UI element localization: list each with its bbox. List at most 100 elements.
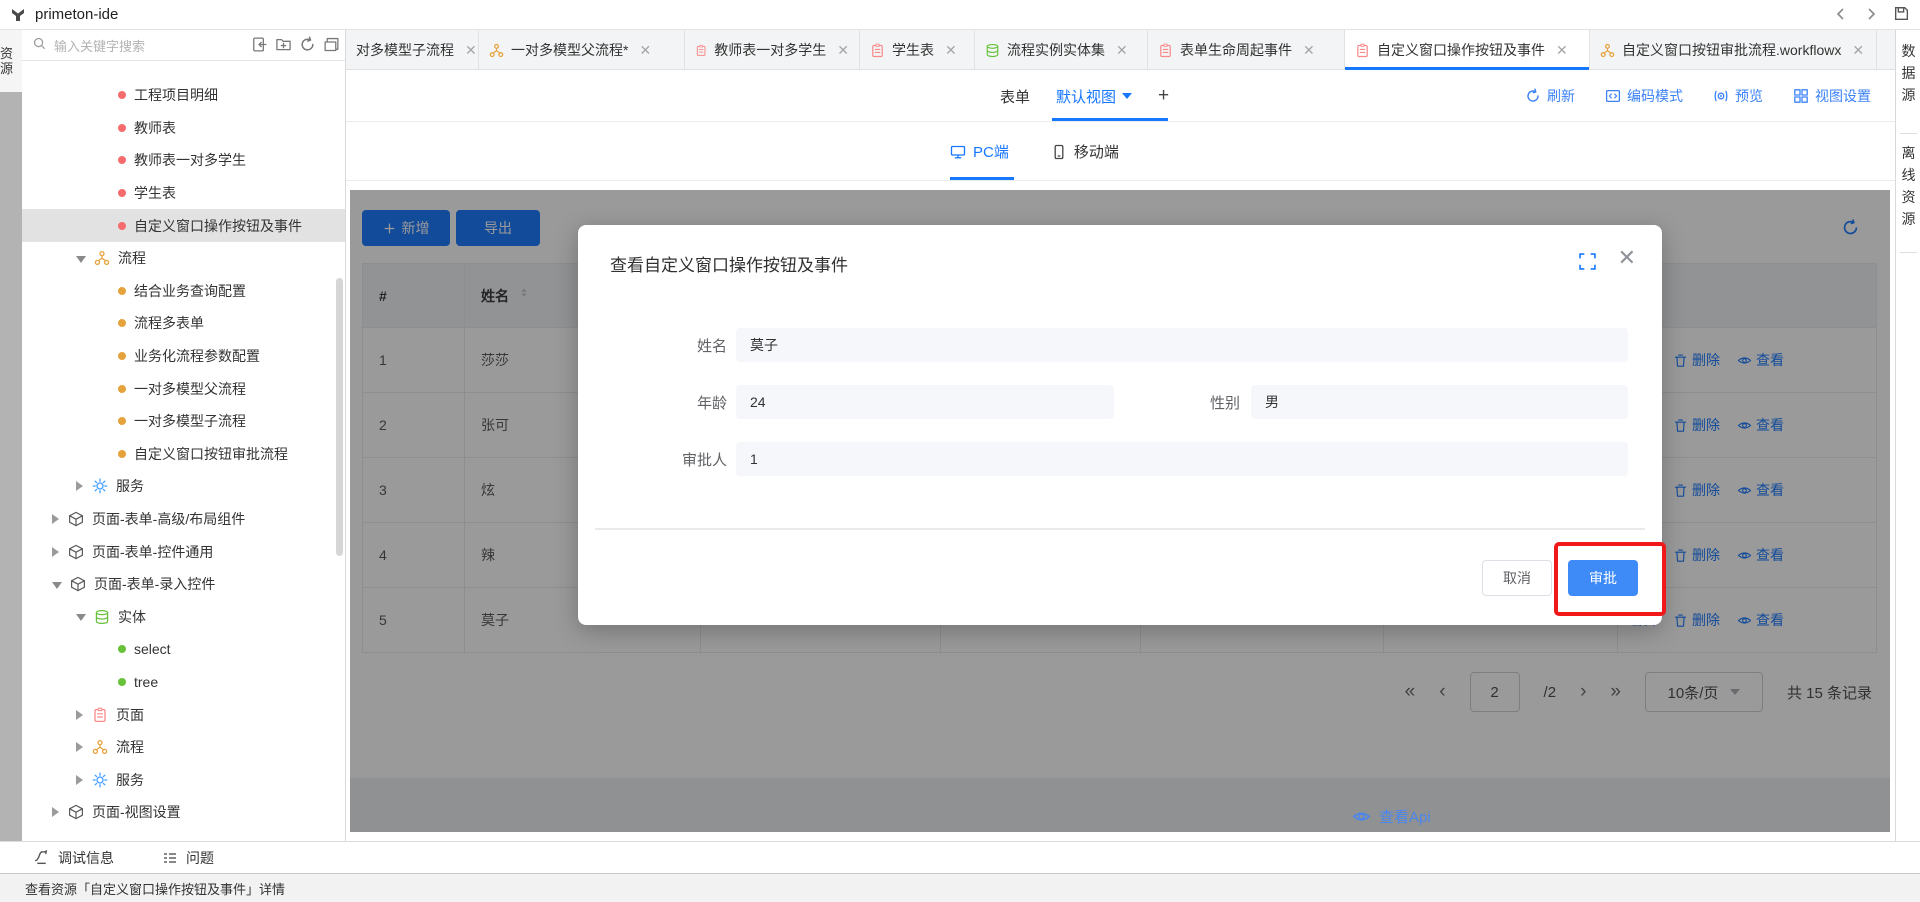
close-tab-icon[interactable]: ✕ xyxy=(1303,42,1315,59)
dot-icon xyxy=(118,287,126,295)
tab-form[interactable]: 表单 xyxy=(1000,86,1030,107)
toolbar-action-2[interactable]: 预览 xyxy=(1713,86,1763,106)
caret-right-icon[interactable] xyxy=(52,547,60,557)
save-icon[interactable] xyxy=(1893,5,1910,25)
editor-tab-6[interactable]: 自定义窗口操作按钮及事件✕ xyxy=(1345,30,1590,70)
tab-issues[interactable]: 问题 xyxy=(162,848,214,868)
caret-right-icon[interactable] xyxy=(52,807,60,817)
view-api-link[interactable]: 查看Api xyxy=(1352,806,1431,827)
tab-debug-info[interactable]: 调试信息 xyxy=(33,848,114,868)
field-input-姓名[interactable]: 莫子 xyxy=(736,328,1628,362)
bottom-panel-bar: 调试信息 问题 xyxy=(0,841,1920,873)
view-selector[interactable]: 默认视图 xyxy=(1056,86,1132,107)
caret-right-icon[interactable] xyxy=(76,742,84,752)
fullscreen-icon[interactable] xyxy=(1579,253,1596,273)
tree-item-6[interactable]: 结合业务查询配置 xyxy=(22,275,345,308)
close-tab-icon[interactable]: ✕ xyxy=(639,42,651,59)
caret-down-icon[interactable] xyxy=(76,256,86,263)
tree-item-22[interactable]: 页面-视图设置 xyxy=(22,796,345,829)
tree-item-label: 自定义窗口操作按钮及事件 xyxy=(134,216,302,236)
tree-item-18[interactable]: tree xyxy=(22,666,345,699)
collapse-icon[interactable] xyxy=(323,36,340,56)
caret-right-icon[interactable] xyxy=(52,514,60,524)
dialog-form-row-2: 审批人 1 xyxy=(578,442,1662,476)
close-tab-icon[interactable]: ✕ xyxy=(945,42,957,59)
chevron-down-icon xyxy=(1122,93,1132,99)
field-label: 性别 xyxy=(1114,392,1240,413)
field-label: 姓名 xyxy=(578,335,727,356)
tree-item-17[interactable]: select xyxy=(22,633,345,666)
primeton-ide-window: primeton-ide 资源 输入关键字搜索 工程项目明细教师表教师表一对多学… xyxy=(0,0,1920,902)
caret-down-icon[interactable] xyxy=(52,582,62,589)
field-input-审批人[interactable]: 1 xyxy=(736,442,1628,476)
close-tab-icon[interactable]: ✕ xyxy=(465,42,477,59)
close-icon[interactable]: ✕ xyxy=(1618,247,1636,269)
tab-label: 学生表 xyxy=(892,40,934,60)
app-logo-icon xyxy=(9,6,27,24)
import-icon[interactable] xyxy=(251,36,268,56)
folder-new-icon[interactable] xyxy=(275,36,292,56)
eye-icon xyxy=(1352,807,1371,826)
tree-item-10[interactable]: 一对多模型子流程 xyxy=(22,405,345,438)
refresh-icon[interactable] xyxy=(299,36,316,56)
sidebar-search[interactable]: 输入关键字搜索 xyxy=(22,30,345,61)
tree-item-15[interactable]: 页面-表单-录入控件 xyxy=(22,568,345,601)
tree-item-12[interactable]: 服务 xyxy=(22,470,345,503)
tree-item-14[interactable]: 页面-表单-控件通用 xyxy=(22,535,345,568)
caret-right-icon[interactable] xyxy=(76,775,84,785)
cancel-button[interactable]: 取消 xyxy=(1482,560,1552,596)
tree-item-8[interactable]: 业务化流程参数配置 xyxy=(22,340,345,373)
flow-icon xyxy=(1600,43,1615,58)
caret-right-icon[interactable] xyxy=(76,710,84,720)
close-tab-icon[interactable]: ✕ xyxy=(1852,42,1864,59)
sidebar-scrollbar[interactable] xyxy=(336,278,343,556)
monitor-icon xyxy=(950,144,966,160)
editor-tab-7[interactable]: 自定义窗口按钮审批流程.workflowx✕ xyxy=(1590,30,1877,70)
nav-back-icon[interactable] xyxy=(1833,6,1849,25)
tab-mobile[interactable]: 移动端 xyxy=(1051,141,1119,162)
tree-item-2[interactable]: 教师表一对多学生 xyxy=(22,144,345,177)
red-highlight-annotation xyxy=(1554,542,1666,616)
tree-item-16[interactable]: 实体 xyxy=(22,601,345,634)
tree-item-13[interactable]: 页面-表单-高级/布局组件 xyxy=(22,503,345,536)
resource-sidebar: 输入关键字搜索 工程项目明细教师表教师表一对多学生学生表自定义窗口操作按钮及事件… xyxy=(22,30,346,843)
tree-item-19[interactable]: 页面 xyxy=(22,698,345,731)
editor-tab-3[interactable]: 学生表 ✕ xyxy=(860,30,975,70)
close-tab-icon[interactable]: ✕ xyxy=(1556,42,1568,59)
tree-item-1[interactable]: 教师表 xyxy=(22,112,345,145)
caret-down-icon[interactable] xyxy=(76,614,86,621)
action-label: 刷新 xyxy=(1547,86,1575,106)
tree-item-5[interactable]: 流程 xyxy=(22,242,345,275)
nav-forward-icon[interactable] xyxy=(1863,6,1879,25)
flow-icon xyxy=(489,43,504,58)
toolbar-action-0[interactable]: 刷新 xyxy=(1525,86,1575,106)
form-icon xyxy=(1355,43,1370,58)
tab-pc[interactable]: PC端 xyxy=(950,141,1009,162)
dialog-form-row-1: 年龄 24 性别 男 xyxy=(578,385,1662,419)
tree-item-21[interactable]: 服务 xyxy=(22,763,345,796)
editor-tab-4[interactable]: 流程实例实体集✕ xyxy=(975,30,1148,70)
rail-tab-offline-resources[interactable]: 离线资源 xyxy=(1896,142,1920,230)
editor-tab-0[interactable]: 对多模型子流程✕ xyxy=(346,30,479,70)
rail-tab-resources[interactable]: 资源 xyxy=(0,30,22,92)
editor-tab-1[interactable]: 一对多模型父流程*✕ xyxy=(479,30,685,70)
editor-tab-2[interactable]: 教师表一对多学生✕ xyxy=(685,30,860,70)
tree-item-7[interactable]: 流程多表单 xyxy=(22,307,345,340)
rail-tab-datasource[interactable]: 数据源 xyxy=(1896,40,1920,106)
toolbar-action-3[interactable]: 视图设置 xyxy=(1793,86,1871,106)
editor-tab-5[interactable]: 表单生命周起事件✕ xyxy=(1148,30,1345,70)
tree-item-3[interactable]: 学生表 xyxy=(22,177,345,210)
close-tab-icon[interactable]: ✕ xyxy=(1116,42,1128,59)
caret-right-icon[interactable] xyxy=(76,481,84,491)
toolbar-action-1[interactable]: 编码模式 xyxy=(1605,86,1683,106)
add-view-button[interactable]: + xyxy=(1158,85,1169,107)
tree-item-label: 教师表一对多学生 xyxy=(134,150,246,170)
tree-item-4[interactable]: 自定义窗口操作按钮及事件 xyxy=(22,209,345,242)
tree-item-11[interactable]: 自定义窗口按钮审批流程 xyxy=(22,438,345,471)
tree-item-20[interactable]: 流程 xyxy=(22,731,345,764)
close-tab-icon[interactable]: ✕ xyxy=(837,42,849,59)
field-input-性别[interactable]: 男 xyxy=(1251,385,1628,419)
field-input-年龄[interactable]: 24 xyxy=(736,385,1114,419)
tree-item-9[interactable]: 一对多模型父流程 xyxy=(22,372,345,405)
tree-item-0[interactable]: 工程项目明细 xyxy=(22,79,345,112)
